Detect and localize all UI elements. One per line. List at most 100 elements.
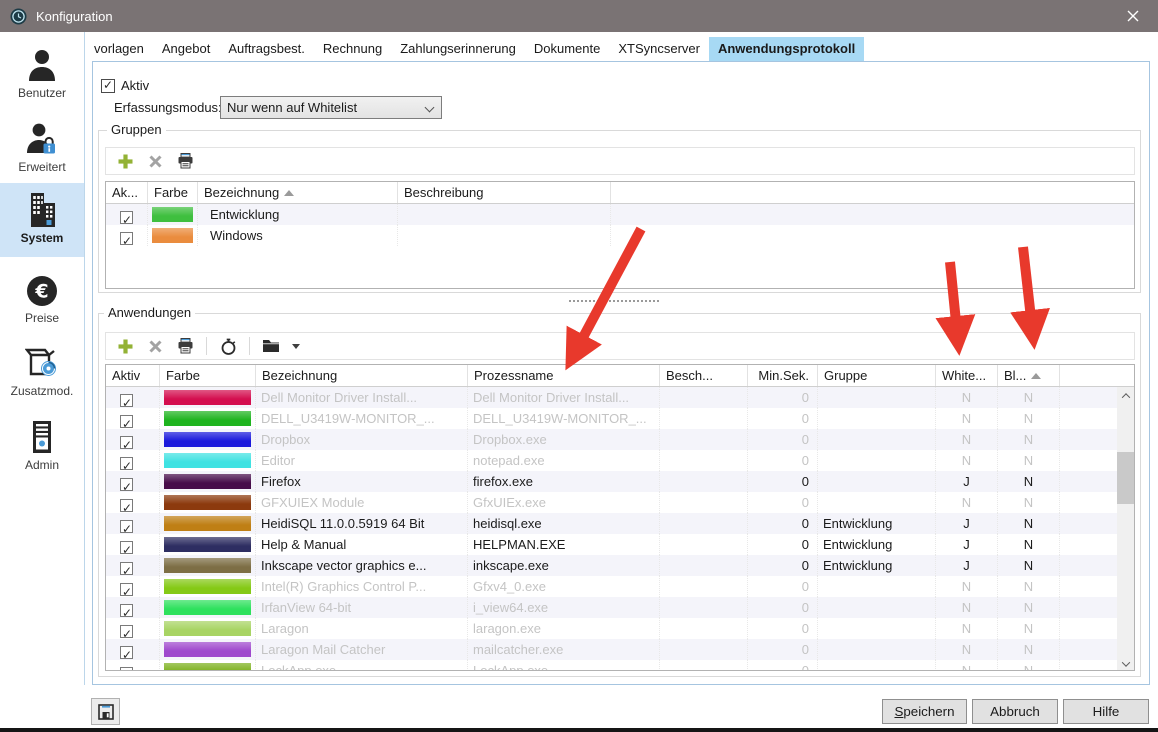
cell-bl: N: [998, 408, 1060, 429]
cell-prozessname: heidisql.exe: [468, 513, 660, 534]
sidebar-item-erweitert[interactable]: Erweitert: [0, 120, 84, 178]
row-active-checkbox[interactable]: [120, 478, 133, 491]
sidebar-item-admin[interactable]: Admin: [0, 418, 84, 476]
row-active-checkbox[interactable]: [120, 415, 133, 428]
col-header-farbe[interactable]: Farbe: [148, 182, 198, 203]
cell-prozessname: firefox.exe: [468, 471, 660, 492]
table-row[interactable]: Dropbox Dropbox.exe 0 N N: [106, 429, 1134, 450]
sidebar-item-benutzer[interactable]: Benutzer: [0, 46, 84, 104]
scroll-down-button[interactable]: [1117, 655, 1134, 671]
abbruch-button[interactable]: Abbruch: [972, 699, 1058, 724]
col-header-white[interactable]: White...: [936, 365, 998, 386]
table-row[interactable]: Entwicklung: [106, 204, 1134, 225]
table-row[interactable]: IrfanView 64-bit i_view64.exe 0 N N: [106, 597, 1134, 618]
row-active-checkbox[interactable]: [120, 667, 133, 671]
delete-button[interactable]: [146, 337, 164, 355]
tab-anwendungsprotokoll[interactable]: Anwendungsprotokoll: [709, 37, 864, 61]
table-row[interactable]: HeidiSQL 11.0.0.5919 64 Bit heidisql.exe…: [106, 513, 1134, 534]
tab-dokumente[interactable]: Dokumente: [525, 37, 609, 61]
cell-besch: [660, 597, 748, 618]
tab-zahlungserinnerung[interactable]: Zahlungserinnerung: [391, 37, 525, 61]
col-header-gruppe[interactable]: Gruppe: [818, 365, 936, 386]
table-row[interactable]: Inkscape vector graphics e... inkscape.e…: [106, 555, 1134, 576]
save-shortcut-button[interactable]: [91, 698, 120, 725]
splitter-handle[interactable]: [569, 300, 659, 303]
row-active-checkbox[interactable]: [120, 646, 133, 659]
scroll-up-button[interactable]: [1117, 387, 1134, 404]
row-active-checkbox[interactable]: [120, 232, 133, 245]
cell-white: J: [936, 534, 998, 555]
table-row[interactable]: Dell Monitor Driver Install... Dell Moni…: [106, 387, 1134, 408]
row-active-checkbox[interactable]: [120, 520, 133, 533]
col-header-besch[interactable]: Besch...: [660, 365, 748, 386]
cell-white: N: [936, 429, 998, 450]
col-header-prozessname[interactable]: Prozessname: [468, 365, 660, 386]
cell-white: N: [936, 639, 998, 660]
delete-button[interactable]: [146, 152, 164, 170]
cell-white: N: [936, 660, 998, 671]
print-button[interactable]: [176, 337, 194, 355]
hilfe-button[interactable]: Hilfe: [1063, 699, 1149, 724]
tab-rechnung[interactable]: Rechnung: [314, 37, 391, 61]
table-row[interactable]: Help & Manual HELPMAN.EXE 0 Entwicklung …: [106, 534, 1134, 555]
row-active-checkbox[interactable]: [120, 499, 133, 512]
row-active-checkbox[interactable]: [120, 583, 133, 596]
cell-besch: [660, 660, 748, 671]
sidebar-item-preise[interactable]: € Preise: [0, 273, 84, 331]
sidebar-item-label: Erweitert: [0, 160, 84, 174]
titlebar: Konfiguration: [0, 0, 1158, 32]
aktiv-checkbox[interactable]: [101, 79, 115, 93]
row-active-checkbox[interactable]: [120, 457, 133, 470]
timer-button[interactable]: [219, 337, 237, 355]
table-row[interactable]: Laragon laragon.exe 0 N N: [106, 618, 1134, 639]
gruppen-table: Ak... Farbe Bezeichnung Beschreibung Ent…: [105, 181, 1135, 289]
tab-vorlagen[interactable]: vorlagen: [85, 37, 153, 61]
cell-white: N: [936, 576, 998, 597]
close-button[interactable]: [1108, 0, 1158, 32]
col-header-bezeichnung[interactable]: Bezeichnung: [256, 365, 468, 386]
table-row[interactable]: Laragon Mail Catcher mailcatcher.exe 0 N…: [106, 639, 1134, 660]
table-row[interactable]: Windows: [106, 225, 1134, 246]
row-active-checkbox[interactable]: [120, 625, 133, 638]
color-swatch: [164, 390, 251, 405]
table-row[interactable]: LockApp.exe LockApp.exe 0 N N: [106, 660, 1134, 671]
table-row[interactable]: Firefox firefox.exe 0 J N: [106, 471, 1134, 492]
erfassungsmodus-select[interactable]: Nur wenn auf Whitelist: [220, 96, 442, 119]
sidebar-item-system[interactable]: System: [0, 183, 84, 257]
row-active-checkbox[interactable]: [120, 541, 133, 554]
row-active-checkbox[interactable]: [120, 394, 133, 407]
table-row[interactable]: GFXUIEX Module GfxUIEx.exe 0 N N: [106, 492, 1134, 513]
tab-auftragsbest[interactable]: Auftragsbest.: [219, 37, 314, 61]
cell-prozessname: mailcatcher.exe: [468, 639, 660, 660]
add-button[interactable]: [116, 337, 134, 355]
print-button[interactable]: [176, 152, 194, 170]
table-row[interactable]: DELL_U3419W-MONITOR_... DELL_U3419W-MONI…: [106, 408, 1134, 429]
vertical-scrollbar[interactable]: [1117, 387, 1134, 671]
row-active-checkbox[interactable]: [120, 436, 133, 449]
add-button[interactable]: [116, 152, 134, 170]
col-header-aktiv[interactable]: Aktiv: [106, 365, 160, 386]
row-active-checkbox[interactable]: [120, 604, 133, 617]
cell-minsek: 0: [748, 576, 818, 597]
folder-dropdown-chevron-icon[interactable]: [292, 344, 300, 349]
col-header-farbe[interactable]: Farbe: [160, 365, 256, 386]
close-icon: [1127, 10, 1139, 22]
col-header-minsek[interactable]: Min.Sek.: [748, 365, 818, 386]
col-header-beschreibung[interactable]: Beschreibung: [398, 182, 611, 203]
table-row[interactable]: Editor notepad.exe 0 N N: [106, 450, 1134, 471]
col-header-bl[interactable]: Bl...: [998, 365, 1060, 386]
sidebar-item-zusatzmod[interactable]: Zusatzmod.: [0, 344, 84, 402]
scrollbar-thumb[interactable]: [1117, 452, 1134, 504]
row-active-checkbox[interactable]: [120, 562, 133, 575]
sidebar-item-label: Preise: [0, 311, 84, 325]
col-header-bezeichnung[interactable]: Bezeichnung: [198, 182, 398, 203]
cell-white: J: [936, 555, 998, 576]
folder-button[interactable]: [262, 337, 280, 355]
speichern-button[interactable]: Speichern: [882, 699, 967, 724]
tab-angebot[interactable]: Angebot: [153, 37, 219, 61]
table-row[interactable]: Intel(R) Graphics Control P... Gfxv4_0.e…: [106, 576, 1134, 597]
row-active-checkbox[interactable]: [120, 211, 133, 224]
tab-xtsyncserver[interactable]: XTSyncserver: [609, 37, 709, 61]
cell-beschreibung: [398, 204, 611, 225]
col-header-ak[interactable]: Ak...: [106, 182, 148, 203]
